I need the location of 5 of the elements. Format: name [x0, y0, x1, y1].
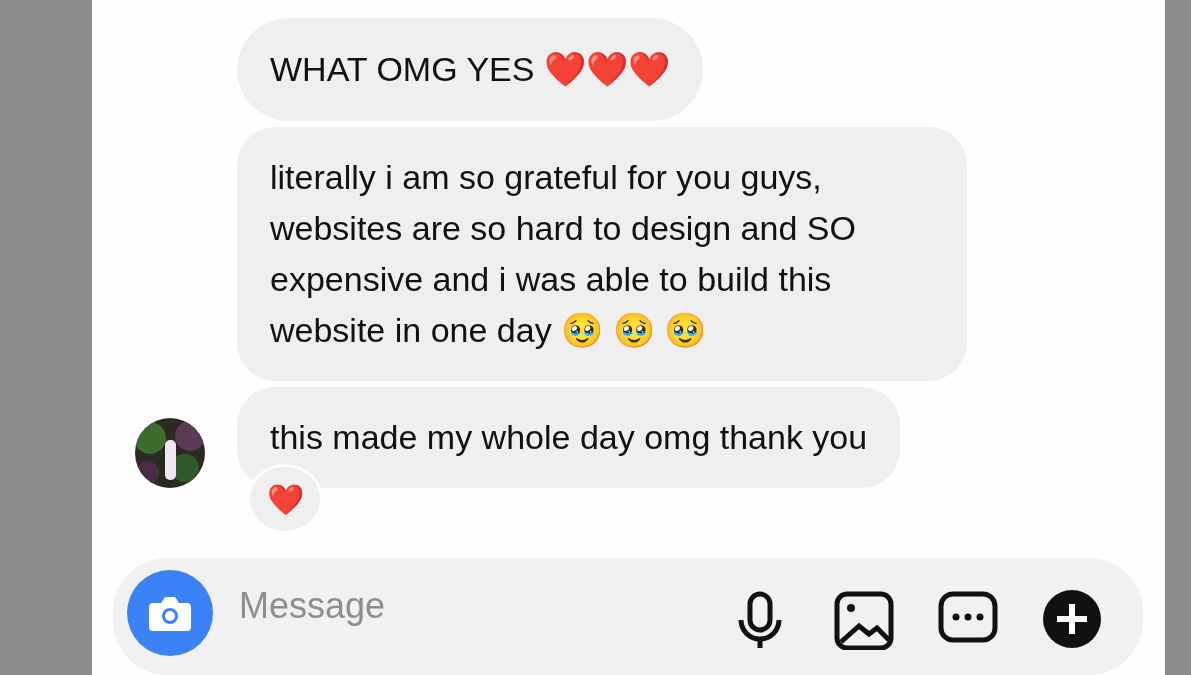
message-field[interactable]: Message	[237, 584, 687, 628]
plus-icon	[1041, 588, 1103, 650]
message-bubble: WHAT OMG YES ❤❤❤	[237, 18, 703, 121]
message-bubble: literally i am so grateful for you guys, websites are so hard to design and SO expensive and i was able to build this website in one day 🥹 🥹 🥹	[237, 127, 967, 381]
add-button[interactable]	[1041, 588, 1103, 650]
